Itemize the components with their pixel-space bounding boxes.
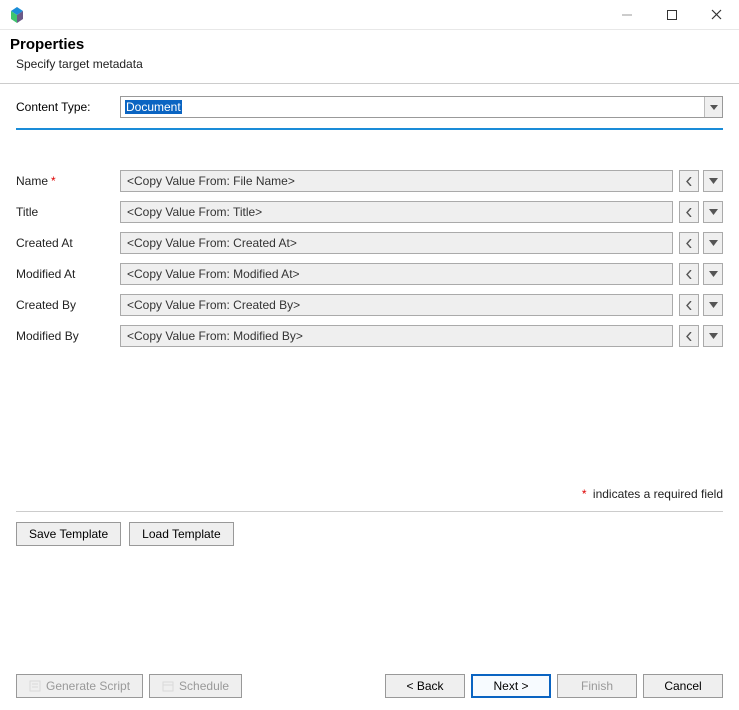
field-prev-button[interactable] <box>679 232 699 254</box>
field-label: Created At <box>16 236 120 250</box>
field-prev-button[interactable] <box>679 263 699 285</box>
field-row: Created At<Copy Value From: Created At> <box>16 232 723 254</box>
page-title: Properties <box>10 36 729 53</box>
field-dropdown-button[interactable] <box>703 170 723 192</box>
next-button[interactable]: Next > <box>471 674 551 698</box>
required-asterisk: * <box>51 174 56 188</box>
fields-container: Name*<Copy Value From: File Name>Title<C… <box>16 170 723 347</box>
field-row: Name*<Copy Value From: File Name> <box>16 170 723 192</box>
titlebar <box>0 0 739 30</box>
back-button[interactable]: < Back <box>385 674 465 698</box>
save-template-button[interactable]: Save Template <box>16 522 121 546</box>
field-dropdown-button[interactable] <box>703 201 723 223</box>
separator-accent <box>16 128 723 130</box>
field-label: Created By <box>16 298 120 312</box>
close-button[interactable] <box>694 0 739 30</box>
field-input[interactable]: <Copy Value From: Created At> <box>120 232 673 254</box>
field-row: Title<Copy Value From: Title> <box>16 201 723 223</box>
field-actions <box>679 232 723 254</box>
chevron-down-icon <box>704 97 722 117</box>
app-icon <box>8 6 26 24</box>
field-prev-button[interactable] <box>679 325 699 347</box>
field-dropdown-button[interactable] <box>703 294 723 316</box>
field-input[interactable]: <Copy Value From: Created By> <box>120 294 673 316</box>
field-dropdown-button[interactable] <box>703 232 723 254</box>
required-asterisk: * <box>582 487 587 501</box>
field-dropdown-button[interactable] <box>703 325 723 347</box>
required-note-text: indicates a required field <box>593 487 723 501</box>
field-actions <box>679 263 723 285</box>
minimize-button[interactable] <box>604 0 649 30</box>
field-input[interactable]: <Copy Value From: Modified By> <box>120 325 673 347</box>
script-icon <box>29 680 41 692</box>
field-row: Modified At<Copy Value From: Modified At… <box>16 263 723 285</box>
field-input[interactable]: <Copy Value From: Modified At> <box>120 263 673 285</box>
cancel-button[interactable]: Cancel <box>643 674 723 698</box>
load-template-button[interactable]: Load Template <box>129 522 234 546</box>
template-buttons-row: Save Template Load Template <box>0 522 739 546</box>
schedule-button[interactable]: Schedule <box>149 674 242 698</box>
generate-script-button[interactable]: Generate Script <box>16 674 143 698</box>
bottom-bar: Generate Script Schedule < Back Next > F… <box>0 674 739 698</box>
field-row: Created By<Copy Value From: Created By> <box>16 294 723 316</box>
field-actions <box>679 201 723 223</box>
field-actions <box>679 325 723 347</box>
field-prev-button[interactable] <box>679 201 699 223</box>
field-prev-button[interactable] <box>679 170 699 192</box>
generate-script-label: Generate Script <box>46 679 130 693</box>
content-type-value: Document <box>125 100 182 114</box>
page-subtitle: Specify target metadata <box>16 57 729 71</box>
field-label: Modified At <box>16 267 120 281</box>
field-actions <box>679 170 723 192</box>
content-type-label: Content Type: <box>16 100 120 114</box>
page-header: Properties Specify target metadata <box>0 30 739 84</box>
field-dropdown-button[interactable] <box>703 263 723 285</box>
separator <box>16 511 723 512</box>
field-actions <box>679 294 723 316</box>
schedule-label: Schedule <box>179 679 229 693</box>
field-label: Name* <box>16 174 120 188</box>
field-prev-button[interactable] <box>679 294 699 316</box>
calendar-icon <box>162 680 174 692</box>
field-input[interactable]: <Copy Value From: Title> <box>120 201 673 223</box>
field-label: Title <box>16 205 120 219</box>
field-row: Modified By<Copy Value From: Modified By… <box>16 325 723 347</box>
required-note: * indicates a required field <box>0 487 739 501</box>
field-input[interactable]: <Copy Value From: File Name> <box>120 170 673 192</box>
field-label: Modified By <box>16 329 120 343</box>
content-type-row: Content Type: Document <box>16 96 723 118</box>
maximize-button[interactable] <box>649 0 694 30</box>
finish-button[interactable]: Finish <box>557 674 637 698</box>
content-type-select[interactable]: Document <box>120 96 723 118</box>
